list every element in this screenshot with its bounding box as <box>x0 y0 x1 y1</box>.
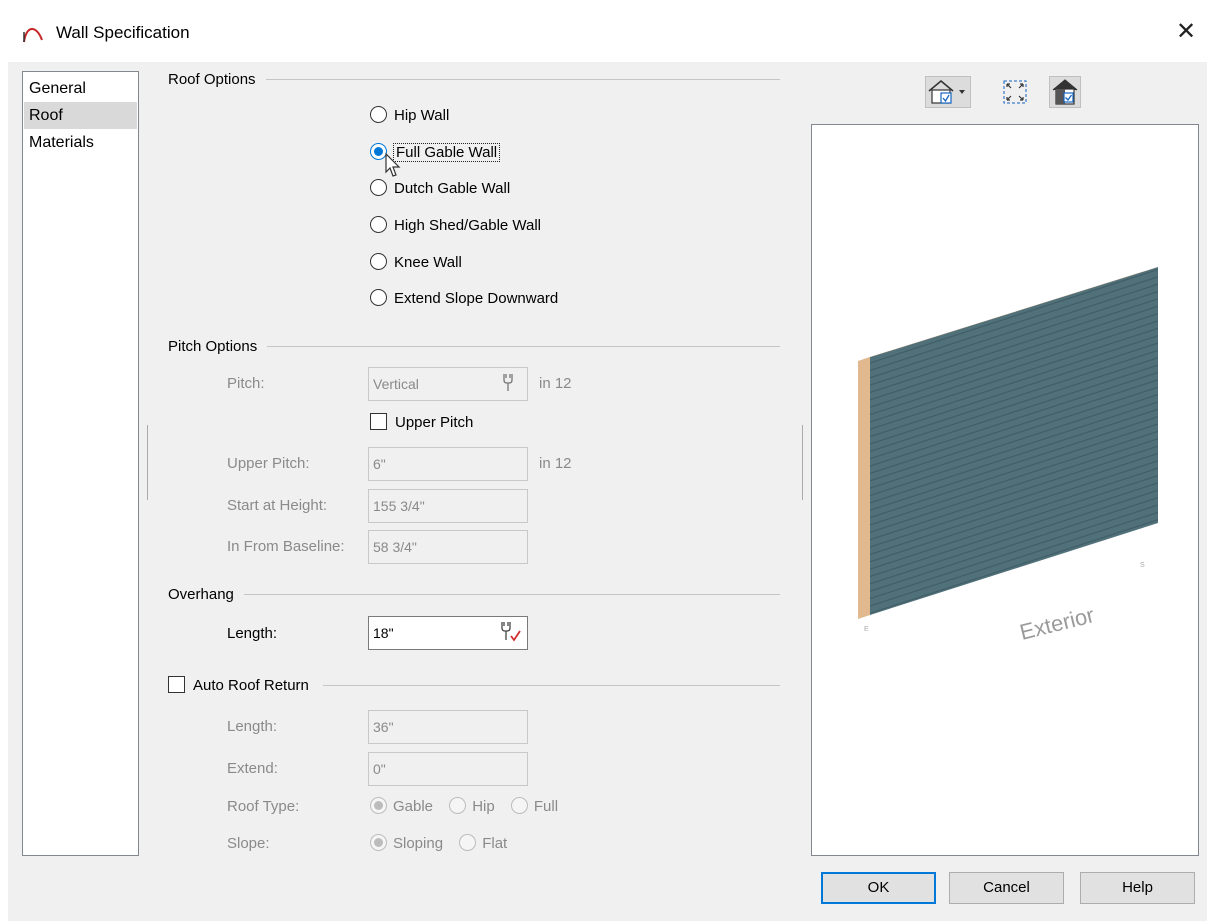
help-button[interactable]: Help <box>1080 872 1195 904</box>
pitch-options-title: Pitch Options <box>168 338 268 356</box>
roof-type-full-option[interactable]: Full <box>510 797 558 815</box>
slope-sloping-radio[interactable] <box>370 834 387 852</box>
exterior-label: Exterior <box>1017 602 1097 645</box>
hip-wall-radio[interactable] <box>370 106 387 124</box>
roof-type-hip-option[interactable]: Hip <box>449 797 495 815</box>
auto-roof-return-toggle[interactable]: Auto Roof Return <box>168 676 323 695</box>
roof-type-label: Roof Type: <box>227 798 300 815</box>
close-button[interactable]: ✕ <box>1168 14 1204 50</box>
house-render-icon <box>1052 79 1078 105</box>
render-mode-button[interactable] <box>1049 76 1081 108</box>
knee-wall-option[interactable]: Knee Wall <box>370 252 462 274</box>
slope-options: Sloping Flat <box>370 833 519 855</box>
start-height-field[interactable]: 155 3/4" <box>368 489 528 523</box>
high-shed-gable-wall-option[interactable]: High Shed/Gable Wall <box>370 215 541 237</box>
return-extend-field[interactable]: 0" <box>368 752 528 786</box>
upper-pitch-toggle[interactable]: Upper Pitch <box>370 412 473 434</box>
mouse-cursor-icon <box>385 152 401 177</box>
start-height-label: Start at Height: <box>227 497 328 514</box>
wall-face <box>870 267 1158 615</box>
slope-sloping-option[interactable]: Sloping <box>370 834 443 852</box>
nav-item-materials[interactable]: Materials <box>24 129 137 156</box>
slope-flat-option[interactable]: Flat <box>459 834 507 852</box>
roof-type-hip-radio[interactable] <box>449 797 467 815</box>
upper-pitch-unit: in 12 <box>539 455 572 472</box>
wall-3d-preview: Exterior E S <box>858 267 1158 645</box>
app-logo-icon <box>23 28 43 43</box>
roof-type-gable-radio[interactable] <box>370 797 387 815</box>
left-splitter[interactable] <box>147 425 148 500</box>
slope-flat-radio[interactable] <box>459 834 477 852</box>
wall-start-marker: E <box>864 626 869 633</box>
pitch-label: Pitch: <box>227 375 265 392</box>
roof-type-options: Gable Hip Full <box>370 796 570 818</box>
roof-options-title: Roof Options <box>168 71 266 89</box>
wrench-icon[interactable] <box>498 372 518 394</box>
return-extend-label: Extend: <box>227 760 278 777</box>
nav-item-roof[interactable]: Roof <box>24 102 137 129</box>
fill-window-icon <box>1003 80 1027 104</box>
overhang-length-label: Length: <box>227 625 278 642</box>
cancel-button[interactable]: Cancel <box>949 872 1064 904</box>
wall-edge <box>858 357 870 619</box>
category-list[interactable]: General Roof Materials <box>22 71 139 856</box>
upper-pitch-checkbox[interactable] <box>370 413 387 431</box>
house-view-icon <box>928 79 965 104</box>
overhang-title: Overhang <box>168 586 244 604</box>
wall-end-marker: S <box>1140 562 1145 569</box>
extend-slope-downward-option[interactable]: Extend Slope Downward <box>370 288 558 310</box>
roof-type-full-radio[interactable] <box>510 797 528 815</box>
return-length-label: Length: <box>227 718 278 735</box>
right-splitter[interactable] <box>802 425 803 500</box>
upper-pitch-label: Upper Pitch: <box>227 455 310 472</box>
hip-wall-option[interactable]: Hip Wall <box>370 105 449 127</box>
slope-label: Slope: <box>227 835 270 852</box>
in-from-baseline-label: In From Baseline: <box>227 538 345 555</box>
high-shed-gable-wall-radio[interactable] <box>370 216 387 234</box>
view-options-dropdown[interactable] <box>925 76 971 108</box>
overhang-divider <box>168 594 780 595</box>
upper-pitch-field[interactable]: 6" <box>368 447 528 481</box>
window-title: Wall Specification <box>56 23 190 42</box>
roof-type-gable-option[interactable]: Gable <box>370 797 433 815</box>
ok-button[interactable]: OK <box>821 872 936 904</box>
pitch-unit: in 12 <box>539 375 572 392</box>
in-from-baseline-field[interactable]: 58 3/4" <box>368 530 528 564</box>
auto-roof-return-checkbox[interactable] <box>168 676 185 694</box>
dutch-gable-wall-radio[interactable] <box>370 179 387 197</box>
fill-window-button[interactable] <box>999 76 1031 108</box>
return-length-field[interactable]: 36" <box>368 710 528 744</box>
wall-preview-pane[interactable]: Exterior E S <box>811 124 1199 856</box>
wrench-check-icon[interactable] <box>496 620 522 644</box>
nav-item-general[interactable]: General <box>24 75 137 102</box>
knee-wall-radio[interactable] <box>370 253 387 271</box>
dutch-gable-wall-option[interactable]: Dutch Gable Wall <box>370 178 510 200</box>
extend-slope-downward-radio[interactable] <box>370 289 387 307</box>
